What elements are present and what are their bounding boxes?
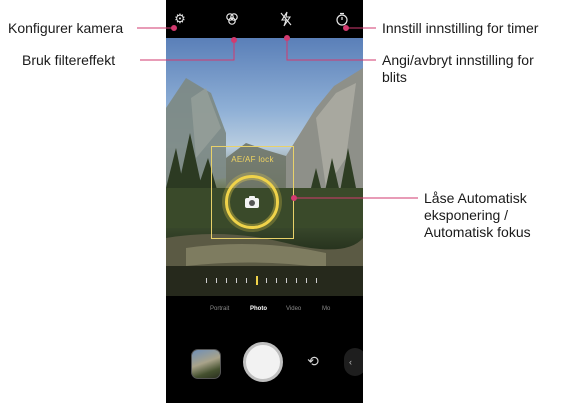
callout-configure-camera: Konfigurer kamera — [8, 20, 124, 36]
callout-ae-af-lock: Låse Automatisk eksponering / Automatisk… — [424, 190, 531, 240]
callout-filter-effect: Bruk filtereffekt — [22, 52, 116, 68]
callout-flash-setting: Angi/avbryt innstilling for blits — [382, 52, 534, 85]
callout-timer-setting: Innstill innstilling for timer — [382, 20, 539, 36]
